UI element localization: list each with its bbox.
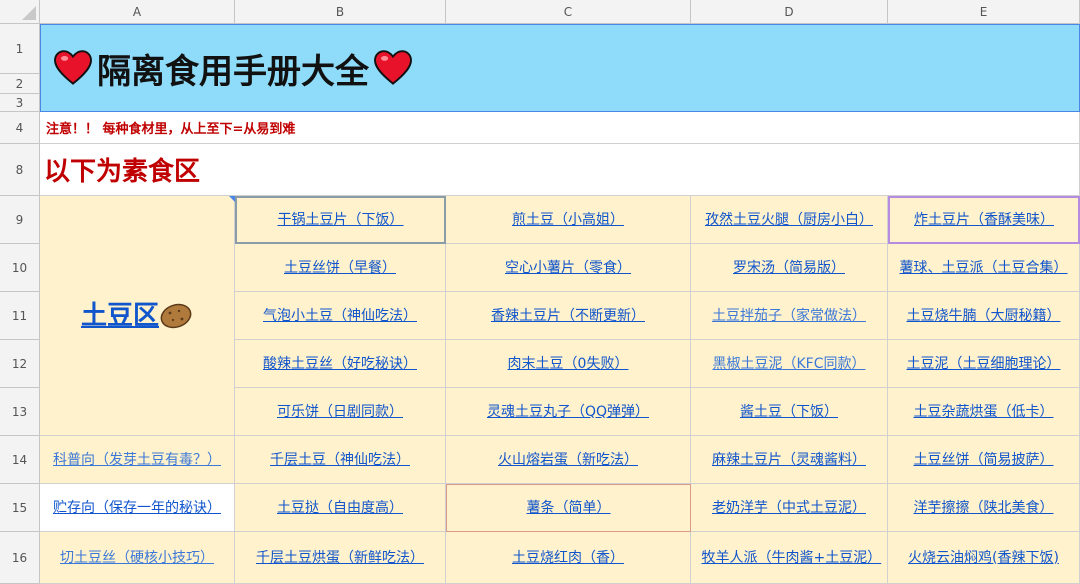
recipe-link[interactable]: 土豆丝饼（早餐） [284, 259, 396, 277]
cell-c13[interactable]: 灵魂土豆丸子（QQ弹弹） [446, 388, 691, 436]
recipe-link[interactable]: 灵魂土豆丸子（QQ弹弹） [487, 403, 649, 421]
recipe-link[interactable]: 土豆拌茄子（家常做法） [712, 307, 866, 325]
column-header-b[interactable]: B [235, 0, 446, 24]
page-title: 隔离食用手册大全 [97, 51, 369, 92]
recipe-link[interactable]: 空心小薯片（零食） [505, 259, 631, 277]
cell-d12[interactable]: 黑椒土豆泥（KFC同款） [691, 340, 888, 388]
recipe-link[interactable]: 土豆泥（土豆细胞理论） [907, 355, 1061, 373]
recipe-link[interactable]: 薯球、土豆派（土豆合集） [900, 259, 1068, 277]
recipe-link[interactable]: 千层土豆烘蛋（新鲜吃法） [256, 549, 424, 567]
recipe-link[interactable]: 干锅土豆片（下饭） [278, 211, 404, 229]
cell-a16[interactable]: 切土豆丝（硬核小技巧） [40, 532, 235, 584]
recipe-link[interactable]: 麻辣土豆片（灵魂酱料） [712, 451, 866, 469]
recipe-link[interactable]: 孜然土豆火腿（厨房小白） [705, 211, 873, 229]
cell-d11[interactable]: 土豆拌茄子（家常做法） [691, 292, 888, 340]
select-all-corner[interactable] [0, 0, 40, 24]
cell-c10[interactable]: 空心小薯片（零食） [446, 244, 691, 292]
recipe-link[interactable]: 香辣土豆片（不断更新） [491, 307, 645, 325]
recipe-link[interactable]: 罗宋汤（简易版） [733, 259, 845, 277]
cell-c12[interactable]: 肉末土豆（0失败） [446, 340, 691, 388]
difficulty-note[interactable]: 注意！！ 每种食材里，从上至下=从易到难 [40, 112, 1080, 144]
cell-b11[interactable]: 气泡小土豆（神仙吃法） [235, 292, 446, 340]
recipe-link[interactable]: 土豆挞（自由度高） [277, 499, 403, 517]
cell-c9[interactable]: 煎土豆（小高姐） [446, 196, 691, 244]
cell-e11[interactable]: 土豆烧牛腩（大厨秘籍） [888, 292, 1080, 340]
row-header-12[interactable]: 12 [0, 340, 40, 388]
recipe-link[interactable]: 炸土豆片（香酥美味） [914, 211, 1054, 229]
recipe-link[interactable]: 黑椒土豆泥（KFC同款） [712, 355, 865, 373]
row-header-14[interactable]: 14 [0, 436, 40, 484]
column-header-a[interactable]: A [40, 0, 235, 24]
row-header-2[interactable]: 2 [0, 74, 40, 94]
cell-d15[interactable]: 老奶洋芋（中式土豆泥） [691, 484, 888, 532]
cell-e15[interactable]: 洋芋擦擦（陕北美食） [888, 484, 1080, 532]
column-header-e[interactable]: E [888, 0, 1080, 24]
column-header-d[interactable]: D [691, 0, 888, 24]
section-heading-vegetarian[interactable]: 以下为素食区 [40, 144, 1080, 196]
potato-section-cell[interactable]: 土豆区 [40, 196, 235, 436]
link-sprouted-potato[interactable]: 科普向（发芽土豆有毒？） [53, 451, 221, 469]
cell-e9[interactable]: 炸土豆片（香酥美味） [888, 196, 1080, 244]
cell-e10[interactable]: 薯球、土豆派（土豆合集） [888, 244, 1080, 292]
cell-a15[interactable]: 贮存向（保存一年的秘诀） [40, 484, 235, 532]
cell-b16[interactable]: 千层土豆烘蛋（新鲜吃法） [235, 532, 446, 584]
cell-b9[interactable]: 干锅土豆片（下饭） [235, 196, 446, 244]
potato-section-label: 土豆区 [80, 300, 159, 331]
cell-b14[interactable]: 千层土豆（神仙吃法） [235, 436, 446, 484]
cell-b12[interactable]: 酸辣土豆丝（好吃秘诀） [235, 340, 446, 388]
recipe-link[interactable]: 牧羊人派（牛肉酱+土豆泥） [702, 549, 882, 567]
cell-c11[interactable]: 香辣土豆片（不断更新） [446, 292, 691, 340]
recipe-link[interactable]: 肉末土豆（0失败） [508, 355, 629, 373]
recipe-link[interactable]: 土豆丝饼（简易披萨） [914, 451, 1054, 469]
potato-icon [160, 303, 192, 328]
row-header-10[interactable]: 10 [0, 244, 40, 292]
cell-b13[interactable]: 可乐饼（日剧同款） [235, 388, 446, 436]
title-banner[interactable]: 隔离食用手册大全 [40, 24, 1080, 112]
row-header-3[interactable]: 3 [0, 94, 40, 112]
recipe-link[interactable]: 可乐饼（日剧同款） [277, 403, 403, 421]
recipe-link[interactable]: 火山熔岩蛋（新吃法） [498, 451, 638, 469]
recipe-link[interactable]: 老奶洋芋（中式土豆泥） [712, 499, 866, 517]
cell-b10[interactable]: 土豆丝饼（早餐） [235, 244, 446, 292]
row-header-13[interactable]: 13 [0, 388, 40, 436]
recipe-link[interactable]: 气泡小土豆（神仙吃法） [263, 307, 417, 325]
link-shred-potato[interactable]: 切土豆丝（硬核小技巧） [60, 549, 214, 567]
recipe-link[interactable]: 火烧云油焖鸡(香辣下饭) [908, 549, 1059, 567]
row-header-16[interactable]: 16 [0, 532, 40, 584]
cell-d14[interactable]: 麻辣土豆片（灵魂酱料） [691, 436, 888, 484]
cell-d9[interactable]: 孜然土豆火腿（厨房小白） [691, 196, 888, 244]
recipe-link[interactable]: 洋芋擦擦（陕北美食） [914, 499, 1054, 517]
cell-c14[interactable]: 火山熔岩蛋（新吃法） [446, 436, 691, 484]
recipe-link[interactable]: 千层土豆（神仙吃法） [270, 451, 410, 469]
row-header-15[interactable]: 15 [0, 484, 40, 532]
cell-c16[interactable]: 土豆烧红肉（香） [446, 532, 691, 584]
recipe-link[interactable]: 煎土豆（小高姐） [512, 211, 624, 229]
recipe-link[interactable]: 薯条（简单） [527, 499, 611, 517]
row-header-11[interactable]: 11 [0, 292, 40, 340]
link-storage-secret[interactable]: 贮存向（保存一年的秘诀） [53, 499, 221, 517]
row-header-8[interactable]: 8 [0, 144, 40, 196]
recipe-link[interactable]: 酸辣土豆丝（好吃秘诀） [263, 355, 417, 373]
row-header-4[interactable]: 4 [0, 112, 40, 144]
cell-e16[interactable]: 火烧云油焖鸡(香辣下饭) [888, 532, 1080, 584]
recipe-link[interactable]: 土豆烧牛腩（大厨秘籍） [907, 307, 1061, 325]
cell-d10[interactable]: 罗宋汤（简易版） [691, 244, 888, 292]
cell-a14[interactable]: 科普向（发芽土豆有毒？） [40, 436, 235, 484]
cell-d13[interactable]: 酱土豆（下饭） [691, 388, 888, 436]
recipe-link[interactable]: 酱土豆（下饭） [740, 403, 838, 421]
recipe-link[interactable]: 土豆烧红肉（香） [512, 549, 624, 567]
potato-section-link[interactable]: 土豆区 [81, 301, 193, 331]
cell-c15[interactable]: 薯条（简单） [446, 484, 691, 532]
row-header-1[interactable]: 1 [0, 24, 40, 74]
cell-e13[interactable]: 土豆杂蔬烘蛋（低卡） [888, 388, 1080, 436]
cell-d16[interactable]: 牧羊人派（牛肉酱+土豆泥） [691, 532, 888, 584]
cell-e12[interactable]: 土豆泥（土豆细胞理论） [888, 340, 1080, 388]
cell-e14[interactable]: 土豆丝饼（简易披萨） [888, 436, 1080, 484]
heart-icon [54, 50, 92, 85]
heart-icon [374, 50, 412, 85]
column-header-c[interactable]: C [446, 0, 691, 24]
recipe-link[interactable]: 土豆杂蔬烘蛋（低卡） [914, 403, 1054, 421]
cell-b15[interactable]: 土豆挞（自由度高） [235, 484, 446, 532]
row-header-9[interactable]: 9 [0, 196, 40, 244]
